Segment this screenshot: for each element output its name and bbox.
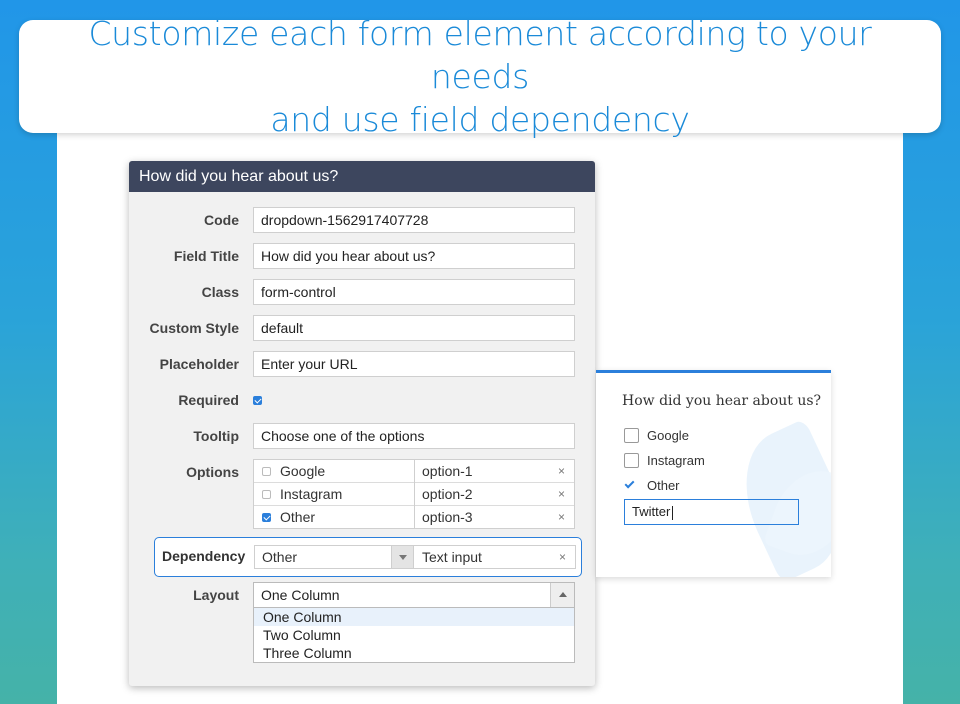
checkbox[interactable]: [624, 453, 639, 468]
custom-style-row: Custom Style default: [129, 315, 595, 341]
preview-question-title: How did you hear about us?: [622, 393, 822, 409]
custom-style-label: Custom Style: [149, 320, 239, 336]
layout-option-three-column[interactable]: Three Column: [254, 644, 574, 662]
preview-option-label: Instagram: [647, 453, 705, 468]
chevron-up-icon[interactable]: [550, 583, 574, 607]
headline-line-1: Customize each form element according to…: [88, 14, 872, 96]
placeholder-label: Placeholder: [159, 356, 239, 372]
layout-option-one-column[interactable]: One Column: [254, 608, 574, 626]
class-label: Class: [201, 284, 239, 300]
field-title-label: Field Title: [173, 248, 239, 264]
field-editor-panel: How did you hear about us? Code dropdown…: [129, 161, 595, 686]
headline-text: Customize each form element according to…: [40, 12, 920, 141]
layout-option-two-column[interactable]: Two Column: [254, 626, 574, 644]
field-title-input[interactable]: How did you hear about us?: [253, 243, 575, 269]
options-label: Options: [186, 464, 239, 480]
checkbox[interactable]: [624, 428, 639, 443]
preview-option-label: Other: [647, 478, 680, 493]
options-row: Options Google option-1 × Instagram opti…: [129, 459, 595, 531]
required-label: Required: [178, 392, 239, 408]
dependency-row: Dependency Other Text input ×: [154, 537, 582, 577]
preview-input-value: Twitter: [632, 504, 671, 519]
option-row: Google option-1 ×: [254, 460, 574, 483]
option-name[interactable]: Google: [280, 460, 325, 483]
option-row: Instagram option-2 ×: [254, 483, 574, 506]
tooltip-label: Tooltip: [193, 428, 239, 444]
remove-dependency-icon[interactable]: ×: [559, 546, 566, 568]
option-checkbox[interactable]: [262, 513, 271, 522]
class-input[interactable]: form-control: [253, 279, 575, 305]
preview-option-label: Google: [647, 428, 689, 443]
dependency-selected-value: Other: [262, 549, 298, 565]
chevron-down-icon[interactable]: [391, 546, 413, 568]
layout-select[interactable]: One Column: [253, 582, 575, 608]
dependency-option-select[interactable]: Other: [254, 545, 414, 569]
required-row: Required: [129, 387, 595, 413]
layout-label: Layout: [193, 587, 239, 603]
option-name[interactable]: Instagram: [280, 483, 342, 506]
layout-row: Layout One Column One Column Two Column …: [129, 582, 595, 664]
option-name[interactable]: Other: [280, 506, 315, 529]
dependency-target-field[interactable]: Text input ×: [414, 545, 576, 569]
preview-other-text-input[interactable]: Twitter: [624, 499, 799, 525]
headline-line-2: and use field dependency: [270, 100, 690, 139]
layout-dropdown-list: One Column Two Column Three Column: [253, 607, 575, 663]
option-checkbox[interactable]: [262, 490, 271, 499]
class-row: Class form-control: [129, 279, 595, 305]
text-cursor: [672, 505, 674, 520]
placeholder-input[interactable]: Enter your URL: [253, 351, 575, 377]
required-checkbox[interactable]: [253, 396, 262, 405]
option-value[interactable]: option-2: [414, 483, 574, 506]
remove-option-icon[interactable]: ×: [558, 460, 565, 483]
tooltip-row: Tooltip Choose one of the options: [129, 423, 595, 449]
form-preview-card: How did you hear about us? Google Instag…: [596, 370, 831, 577]
code-row: Code dropdown-1562917407728: [129, 207, 595, 233]
tooltip-input[interactable]: Choose one of the options: [253, 423, 575, 449]
dependency-target-value: Text input: [422, 549, 482, 565]
option-checkbox[interactable]: [262, 467, 271, 476]
option-value[interactable]: option-1: [414, 460, 574, 483]
code-label: Code: [204, 212, 239, 228]
code-input[interactable]: dropdown-1562917407728: [253, 207, 575, 233]
dependency-label: Dependency: [162, 548, 246, 564]
check-icon[interactable]: [624, 478, 635, 489]
layout-selected-value: One Column: [261, 587, 340, 603]
option-row: Other option-3 ×: [254, 506, 574, 529]
custom-style-input[interactable]: default: [253, 315, 575, 341]
option-value[interactable]: option-3: [414, 506, 574, 529]
remove-option-icon[interactable]: ×: [558, 483, 565, 506]
placeholder-row: Placeholder Enter your URL: [129, 351, 595, 377]
options-table: Google option-1 × Instagram option-2 × O…: [253, 459, 575, 529]
headline-banner: Customize each form element according to…: [19, 14, 941, 139]
field-title-row: Field Title How did you hear about us?: [129, 243, 595, 269]
panel-title: How did you hear about us?: [129, 161, 595, 192]
remove-option-icon[interactable]: ×: [558, 506, 565, 529]
